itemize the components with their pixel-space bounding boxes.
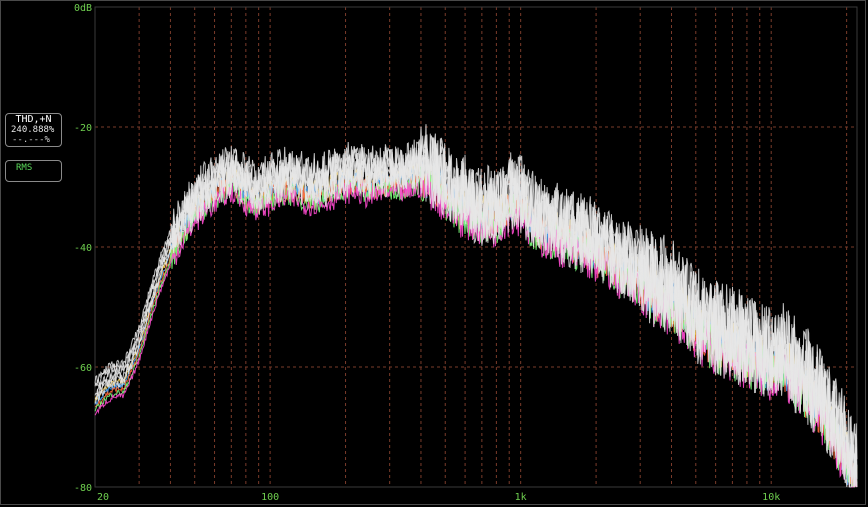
thd-title: THD,+N (15, 114, 52, 125)
rms-meter[interactable]: RMS (5, 160, 62, 182)
x-tick-label-0: 20 (97, 492, 109, 503)
thd-secondary-value: --.---% (12, 135, 50, 145)
y-tick-label-2: -40 (74, 243, 92, 254)
x-tick-label-1: 100 (261, 492, 279, 503)
y-tick-labels: 0dB -20 -40 -60 -80 (74, 3, 92, 494)
rms-title: RMS (16, 163, 33, 173)
thd-meter[interactable]: THD,+N 240.888% --.---% (5, 113, 62, 147)
grid-lines (95, 7, 857, 487)
x-tick-label-3: 10k (762, 492, 780, 503)
spectrum-chart: 0dB -20 -40 -60 -80 20 100 1k 10k (74, 3, 858, 503)
thd-value: 240.888% (11, 125, 55, 135)
spectrum-traces (94, 124, 858, 488)
y-tick-label-1: -20 (74, 123, 92, 134)
x-tick-label-2: 1k (515, 492, 527, 503)
x-tick-labels: 20 100 1k 10k (97, 492, 780, 503)
y-tick-label-4: -80 (74, 483, 92, 494)
y-tick-label-3: -60 (74, 363, 92, 374)
y-tick-label-0: 0dB (74, 3, 92, 14)
